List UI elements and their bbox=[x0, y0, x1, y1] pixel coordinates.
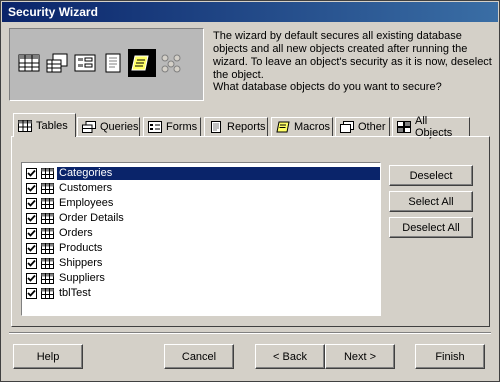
help-label: Help bbox=[36, 350, 60, 363]
wizard-question: What database objects do you want to sec… bbox=[213, 81, 442, 93]
finish-label: Finish bbox=[435, 350, 465, 363]
tab-label: Other bbox=[358, 121, 386, 133]
tab-label: Tables bbox=[36, 119, 68, 132]
select-all-label: Select All bbox=[408, 195, 454, 208]
list-item-label: Products bbox=[59, 242, 103, 254]
finish-button[interactable]: Finish bbox=[415, 344, 485, 369]
tab-label: Reports bbox=[227, 121, 266, 133]
security-wizard-window: Security Wizard The wizard by default se… bbox=[0, 0, 500, 382]
back-label: < Back bbox=[273, 350, 307, 363]
tab-reports[interactable]: Reports bbox=[204, 117, 268, 136]
table-icon bbox=[41, 288, 54, 299]
tab-queries[interactable]: Queries bbox=[77, 117, 140, 136]
checkbox[interactable] bbox=[26, 213, 37, 224]
list-item[interactable]: Customers bbox=[24, 181, 380, 196]
table-icon bbox=[41, 213, 54, 224]
form-icon bbox=[148, 121, 162, 133]
tab-forms[interactable]: Forms bbox=[143, 117, 201, 136]
checkbox[interactable] bbox=[26, 288, 37, 299]
list-item-label: Categories bbox=[57, 167, 380, 180]
help-button[interactable]: Help bbox=[13, 344, 83, 369]
table-icon bbox=[41, 258, 54, 269]
checkbox[interactable] bbox=[26, 243, 37, 254]
list-item-label: Order Details bbox=[59, 212, 124, 224]
deselect-all-label: Deselect All bbox=[402, 221, 460, 234]
next-label: Next > bbox=[343, 350, 377, 363]
tab-tables[interactable]: Tables bbox=[13, 113, 76, 137]
checkbox[interactable] bbox=[26, 228, 37, 239]
footer-divider bbox=[9, 332, 491, 334]
table-icon bbox=[41, 168, 54, 179]
list-item[interactable]: Shippers bbox=[24, 256, 380, 271]
select-all-button[interactable]: Select All bbox=[389, 191, 473, 212]
form-icon bbox=[74, 53, 96, 73]
back-button[interactable]: < Back bbox=[255, 344, 325, 369]
macro-icon bbox=[276, 121, 290, 133]
list-item-label: Employees bbox=[59, 197, 114, 209]
tab-label: Macros bbox=[294, 121, 331, 133]
macro-icon bbox=[128, 49, 156, 77]
list-item[interactable]: Suppliers bbox=[24, 271, 380, 286]
table-icon bbox=[41, 273, 54, 284]
checkbox[interactable] bbox=[26, 273, 37, 284]
table-icon bbox=[41, 228, 54, 239]
tab-label: Forms bbox=[166, 121, 198, 133]
table-icon bbox=[41, 183, 54, 194]
table-icon bbox=[41, 198, 54, 209]
wizard-description: The wizard by default secures all existi… bbox=[213, 30, 492, 81]
list-item[interactable]: Employees bbox=[24, 196, 380, 211]
checkbox[interactable] bbox=[26, 258, 37, 269]
window-title: Security Wizard bbox=[8, 5, 98, 19]
relationships-icon bbox=[160, 53, 182, 73]
tab-label: Queries bbox=[100, 121, 139, 133]
tab-other[interactable]: Other bbox=[335, 117, 390, 136]
query-icon bbox=[82, 121, 96, 133]
table-icon bbox=[18, 53, 40, 73]
other-icon bbox=[340, 121, 354, 133]
list-item[interactable]: tblTest bbox=[24, 286, 380, 301]
object-list[interactable]: Categories Customers Employees Order Det… bbox=[21, 162, 381, 316]
cancel-label: Cancel bbox=[181, 350, 217, 363]
tab-macros[interactable]: Macros bbox=[271, 117, 333, 136]
table-icon bbox=[18, 119, 32, 132]
report-icon bbox=[209, 121, 223, 133]
report-icon bbox=[102, 53, 124, 73]
list-item[interactable]: Categories bbox=[24, 166, 380, 181]
list-item[interactable]: Orders bbox=[24, 226, 380, 241]
wizard-banner bbox=[9, 28, 204, 101]
deselect-button[interactable]: Deselect bbox=[389, 165, 473, 186]
checkbox[interactable] bbox=[26, 183, 37, 194]
list-item-label: tblTest bbox=[59, 287, 91, 299]
tab-all-objects[interactable]: All Objects bbox=[392, 115, 470, 139]
all-objects-icon bbox=[397, 121, 411, 133]
deselect-all-button[interactable]: Deselect All bbox=[389, 217, 473, 238]
checkbox[interactable] bbox=[26, 198, 37, 209]
next-button[interactable]: Next > bbox=[325, 344, 395, 369]
query-icon bbox=[46, 53, 68, 73]
title-bar[interactable]: Security Wizard bbox=[2, 2, 498, 22]
list-item-label: Orders bbox=[59, 227, 93, 239]
list-item[interactable]: Products bbox=[24, 241, 380, 256]
list-item-label: Customers bbox=[59, 182, 113, 194]
list-item[interactable]: Order Details bbox=[24, 211, 380, 226]
checkbox[interactable] bbox=[26, 168, 37, 179]
table-icon bbox=[41, 243, 54, 254]
list-item-label: Shippers bbox=[59, 257, 103, 269]
list-item-label: Suppliers bbox=[59, 272, 105, 284]
cancel-button[interactable]: Cancel bbox=[164, 344, 234, 369]
deselect-label: Deselect bbox=[409, 169, 453, 182]
